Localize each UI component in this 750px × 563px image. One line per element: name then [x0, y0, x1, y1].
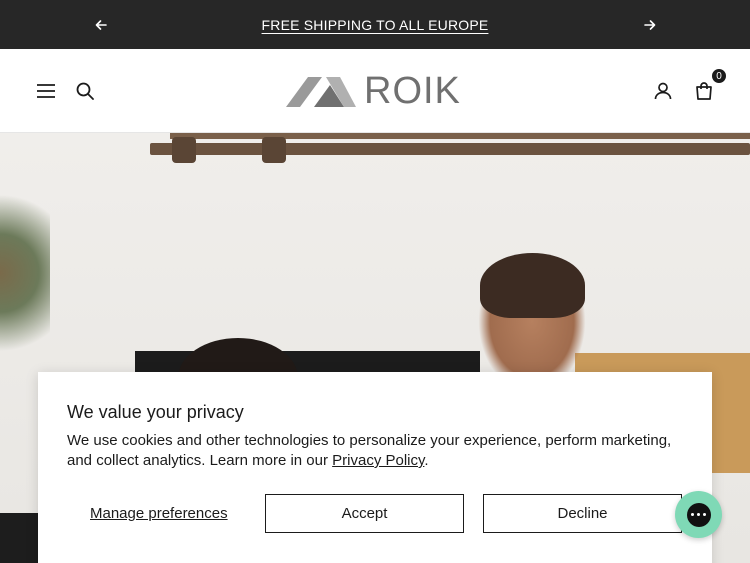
- next-announcement-button[interactable]: [625, 0, 674, 49]
- hero-shelf-bracket: [262, 137, 286, 163]
- arrow-left-icon: [95, 19, 107, 30]
- chat-dot: [703, 513, 706, 516]
- hero-person-man-hair: [480, 253, 585, 318]
- arrow-right-icon: [643, 19, 655, 30]
- site-header: ROIK 0: [0, 49, 750, 133]
- accept-button[interactable]: Accept: [265, 494, 464, 533]
- chat-widget-button[interactable]: [675, 491, 722, 538]
- cookie-consent-dialog: We value your privacy We use cookies and…: [38, 372, 712, 563]
- cart-button[interactable]: 0: [690, 67, 728, 105]
- consent-body: We use cookies and other technologies to…: [67, 431, 687, 471]
- search-button[interactable]: [71, 77, 99, 105]
- menu-button[interactable]: [32, 77, 60, 105]
- account-button[interactable]: [649, 77, 677, 105]
- user-icon: [654, 82, 672, 100]
- brand-logo[interactable]: ROIK: [286, 70, 461, 112]
- manage-preferences-link[interactable]: Manage preferences: [90, 505, 228, 522]
- hamburger-menu-icon: [37, 84, 55, 98]
- hero-plant: [0, 193, 50, 393]
- hero-shelf-bracket: [172, 137, 196, 163]
- shopping-bag-icon: [696, 82, 712, 100]
- prev-announcement-button[interactable]: [76, 0, 125, 49]
- decline-button[interactable]: Decline: [483, 494, 682, 533]
- brand-name: ROIK: [364, 70, 461, 112]
- logo-mark-icon: [286, 77, 356, 107]
- cart-count-badge: 0: [710, 67, 728, 85]
- consent-body-end: .: [424, 452, 429, 469]
- hero-shelf: [150, 143, 750, 155]
- announcement-bar: FREE SHIPPING TO ALL EUROPE: [0, 0, 750, 49]
- chat-dot: [691, 513, 694, 516]
- search-icon: [76, 82, 94, 100]
- chat-dot: [697, 513, 700, 516]
- announcement-message[interactable]: FREE SHIPPING TO ALL EUROPE: [262, 17, 489, 33]
- chat-bubble-icon: [686, 502, 711, 527]
- consent-title: We value your privacy: [67, 402, 244, 422]
- privacy-policy-link[interactable]: Privacy Policy: [332, 452, 424, 469]
- hero-shelf-top: [170, 133, 750, 139]
